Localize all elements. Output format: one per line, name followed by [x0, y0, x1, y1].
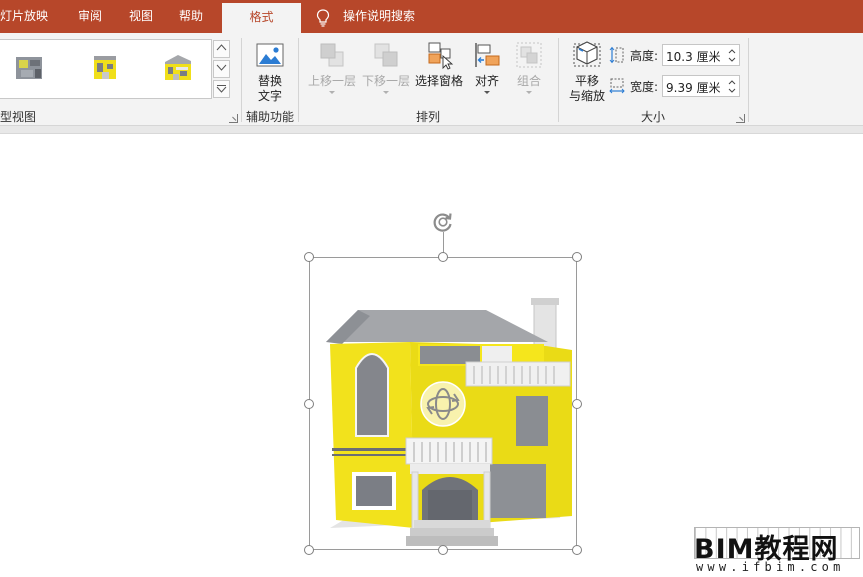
group-separator	[748, 38, 749, 122]
tab-format[interactable]: 格式	[222, 3, 301, 33]
spin-down-icon[interactable]	[728, 56, 736, 64]
height-input[interactable]: 10.3 厘米	[662, 44, 740, 66]
resize-handle-top-left[interactable]	[304, 252, 314, 262]
resize-handle-left[interactable]	[304, 399, 314, 409]
group-label-accessibility: 辅助功能	[245, 110, 294, 124]
tab-slideshow[interactable]: 灯片放映	[0, 0, 48, 33]
tell-me-search[interactable]: 操作说明搜索	[343, 0, 415, 33]
resize-handle-top-right[interactable]	[572, 252, 582, 262]
pan-zoom-button[interactable]: 平移 与缩放	[566, 38, 608, 104]
resize-handle-top[interactable]	[438, 252, 448, 262]
watermark-url: www.ifbim.com	[696, 560, 845, 574]
tab-review[interactable]: 审阅	[78, 0, 102, 33]
pan-zoom-icon	[573, 41, 601, 67]
resize-handle-bottom-right[interactable]	[572, 545, 582, 555]
resize-handle-right[interactable]	[572, 399, 582, 409]
group-objects-button[interactable]: 组合	[511, 40, 547, 94]
tab-view[interactable]: 视图	[129, 0, 153, 33]
dropdown-caret-icon	[329, 91, 335, 94]
height-label: 高度:	[630, 49, 659, 63]
width-label: 宽度:	[630, 80, 659, 94]
align-button[interactable]: 对齐	[470, 40, 504, 94]
dropdown-caret-icon	[526, 91, 532, 94]
group-label-model-views: 型视图	[0, 110, 37, 124]
spin-up-icon[interactable]	[728, 78, 736, 86]
gallery-more-button[interactable]	[213, 80, 230, 98]
chevron-down-icon	[216, 64, 227, 71]
ribbon-bottom-edge	[0, 126, 863, 134]
spin-up-icon[interactable]	[728, 47, 736, 55]
send-backward-icon	[374, 43, 398, 67]
dropdown-caret-icon	[383, 91, 389, 94]
group-separator	[558, 38, 559, 122]
selection-pane-icon	[428, 42, 454, 70]
model-views-gallery[interactable]	[0, 39, 212, 99]
watermark: BIM教程网 www.ifbim.com	[694, 527, 860, 577]
group-label-size: 大小	[640, 110, 665, 124]
ribbon-tab-bar: 灯片放映 审阅 视图 帮助 格式 操作说明搜索	[0, 0, 863, 33]
resize-handle-bottom-left[interactable]	[304, 545, 314, 555]
tab-help[interactable]: 帮助	[179, 0, 203, 33]
size-dialog-launcher[interactable]	[736, 114, 745, 123]
model-view-top-thumbnail[interactable]	[12, 52, 46, 84]
gallery-scroll-up-button[interactable]	[213, 40, 230, 58]
group-objects-icon	[516, 42, 542, 68]
bring-forward-icon	[320, 43, 344, 67]
group-label-arrange: 排列	[415, 110, 440, 124]
alt-text-icon	[256, 43, 284, 67]
model-view-iso-thumbnail[interactable]	[160, 52, 194, 84]
chevron-up-icon	[216, 44, 227, 51]
lightbulb-icon[interactable]	[316, 9, 330, 27]
model-view-front-thumbnail[interactable]	[88, 52, 122, 84]
model-views-dialog-launcher[interactable]	[229, 114, 238, 123]
gallery-scroll-down-button[interactable]	[213, 60, 230, 78]
align-icon	[475, 43, 500, 67]
expand-gallery-icon	[216, 85, 227, 93]
spin-down-icon[interactable]	[728, 87, 736, 95]
selection-pane-button[interactable]: 选择窗格	[414, 40, 464, 89]
alt-text-button[interactable]: 替换 文字	[252, 40, 288, 104]
powerpoint-window: 灯片放映 审阅 视图 帮助 格式 操作说明搜索 型视图 替换 文字 辅助功能 上…	[0, 0, 863, 577]
dropdown-caret-icon	[484, 91, 490, 94]
send-backward-button[interactable]: 下移一层	[361, 40, 411, 94]
group-separator	[298, 38, 299, 122]
ribbon: 型视图 替换 文字 辅助功能 上移一层 下移一层 选择窗格 对齐 组合 排列 平…	[0, 33, 863, 126]
width-input[interactable]: 9.39 厘米	[662, 75, 740, 97]
rotate-handle-icon[interactable]	[431, 210, 455, 234]
selection-frame	[309, 257, 577, 550]
resize-handle-bottom[interactable]	[438, 545, 448, 555]
group-separator	[241, 38, 242, 122]
height-icon	[609, 46, 624, 64]
bring-forward-button[interactable]: 上移一层	[307, 40, 357, 94]
width-icon	[609, 78, 625, 94]
